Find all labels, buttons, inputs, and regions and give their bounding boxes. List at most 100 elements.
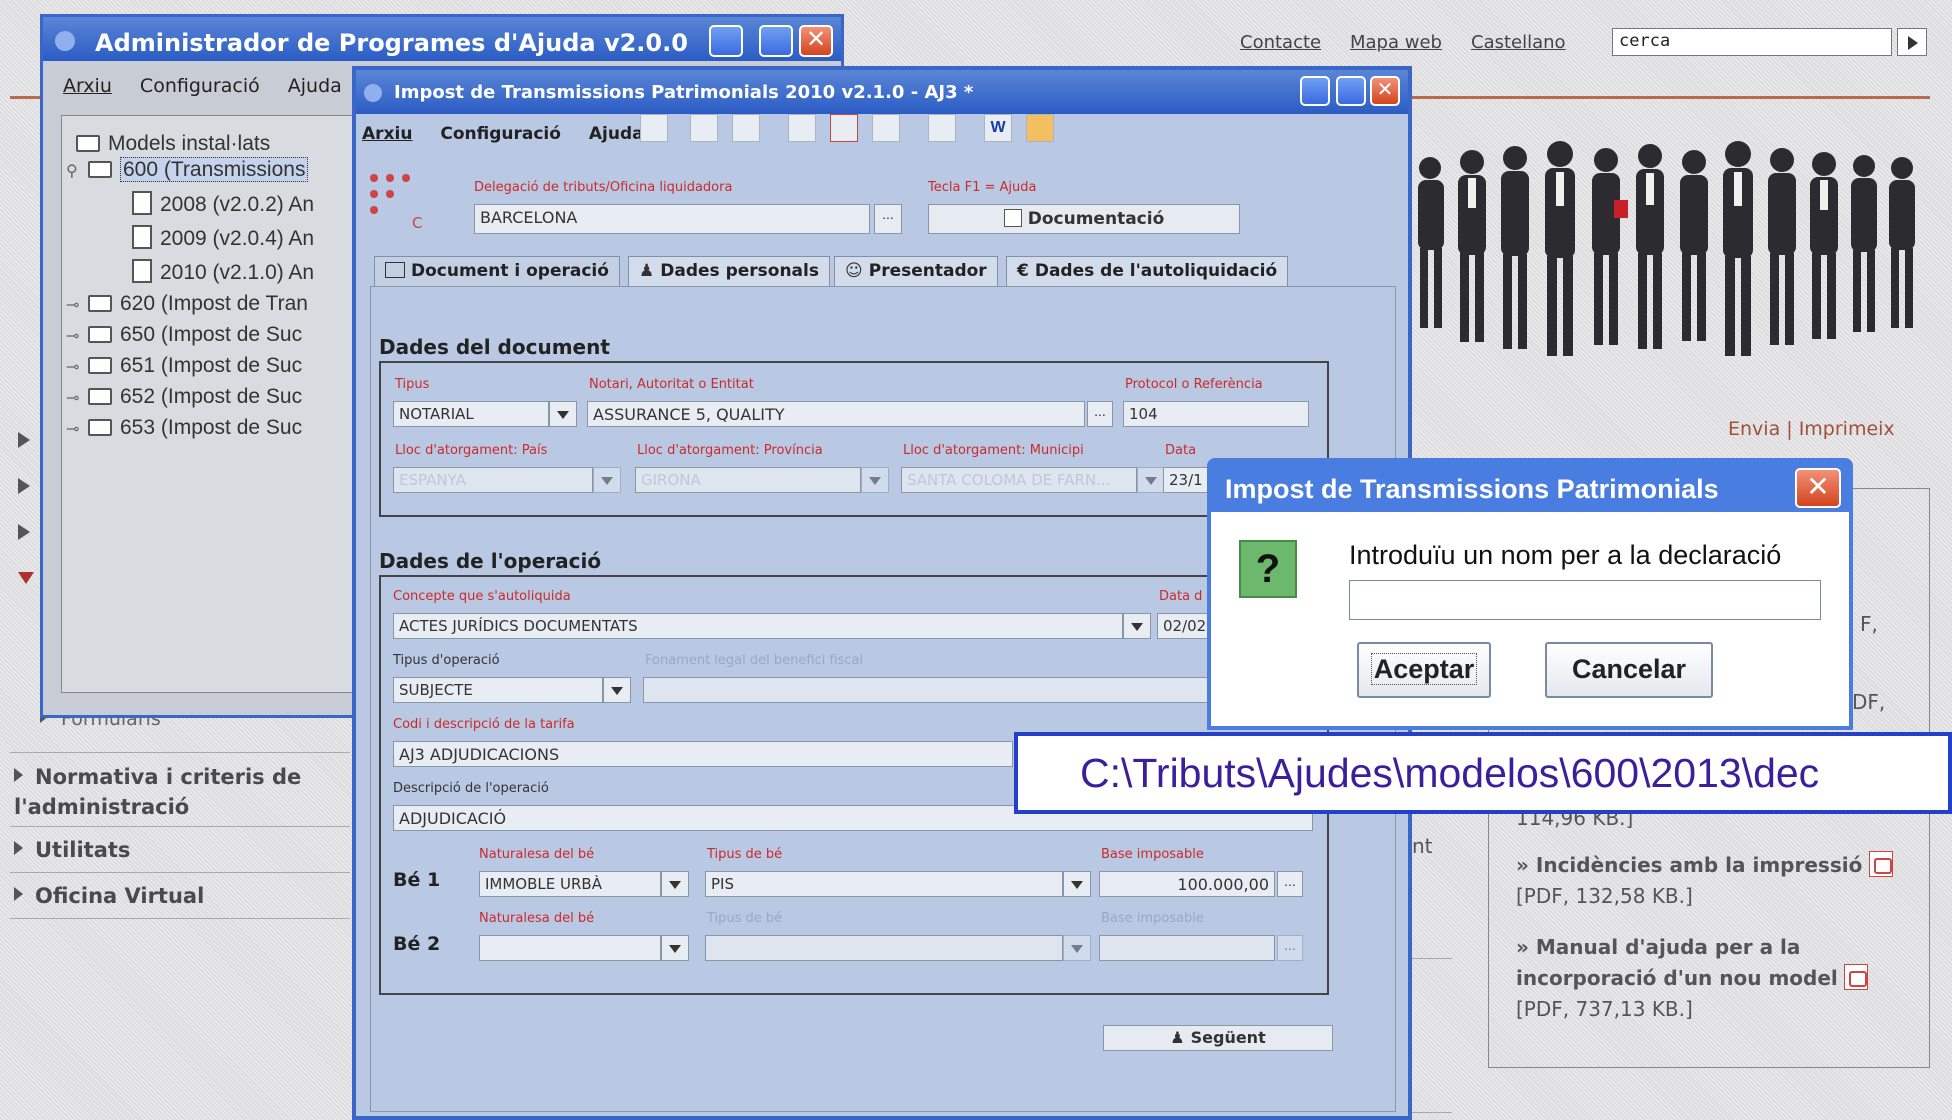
open-folder-icon[interactable] (732, 114, 760, 142)
pdf-icon[interactable] (830, 114, 858, 142)
naturalesa-select-2[interactable] (479, 935, 661, 961)
menu-configuracio[interactable]: Configuració (140, 75, 260, 97)
chevron-down-icon[interactable] (1063, 871, 1091, 897)
chevron-down-icon[interactable] (593, 467, 621, 493)
expand-icon[interactable]: ⊸ (66, 326, 88, 346)
naturalesa-select-1[interactable]: IMMOBLE URBÀ (479, 871, 661, 897)
chevron-down-icon[interactable] (549, 401, 577, 427)
minimize-icon[interactable] (709, 25, 743, 57)
protocol-field[interactable]: 104 (1123, 401, 1309, 427)
web-icon[interactable]: W (984, 114, 1012, 142)
maximize-icon[interactable] (759, 25, 793, 57)
fonament-select[interactable] (643, 677, 1243, 703)
documentacio-button[interactable]: Documentació (928, 204, 1240, 234)
tipus-be-select-2[interactable] (705, 935, 1063, 961)
menu-ajuda[interactable]: Ajuda (288, 75, 342, 97)
maximize-icon[interactable] (1336, 76, 1366, 106)
tree-node-651[interactable]: ⊸ 651 (Impost de Suc (66, 354, 302, 378)
provincia-select[interactable]: GIRONA (635, 467, 861, 493)
close-icon[interactable]: ✕ (799, 25, 833, 57)
tab-document-operacio[interactable]: Document i operació (374, 256, 620, 286)
menu-divider (10, 752, 350, 753)
pais-select[interactable]: ESPANYA (393, 467, 593, 493)
castellano-link[interactable]: Castellano (1471, 32, 1566, 53)
chevron-down-icon[interactable] (1123, 613, 1151, 639)
next-button[interactable]: ♟ Següent (1103, 1025, 1333, 1051)
tab-dades-autoliquidacio[interactable]: € Dades de l'autoliquidació (1006, 256, 1289, 286)
tipus-select[interactable]: NOTARIAL (393, 401, 549, 427)
download-link-incidencies[interactable]: » Incidències amb la impressió [PDF, 132… (1516, 850, 1916, 912)
collapsed-arrow-icon[interactable] (18, 478, 30, 494)
close-icon[interactable]: ✕ (1370, 76, 1400, 106)
tree-leaf-2009[interactable]: 2009 (v2.0.4) An (132, 225, 314, 251)
collapsed-arrow-icon[interactable] (18, 524, 30, 540)
expand-icon[interactable]: ⚲ (66, 161, 88, 181)
chevron-down-icon[interactable] (1063, 935, 1091, 961)
expand-icon[interactable]: ⊸ (66, 419, 88, 439)
municipi-select[interactable]: SANTA COLOMA DE FARN... (901, 467, 1137, 493)
minimize-icon[interactable] (1300, 76, 1330, 106)
chevron-down-icon[interactable] (861, 467, 889, 493)
tree-node-620[interactable]: ⊸ 620 (Impost de Tran (66, 292, 308, 316)
base-browse-button[interactable]: ... (1277, 935, 1303, 961)
tree-leaf-2010[interactable]: 2010 (v2.1.0) An (132, 259, 314, 285)
menu-utilitats[interactable]: Utilitats (14, 838, 130, 862)
expand-icon[interactable]: ⊸ (66, 388, 88, 408)
notari-field[interactable]: ASSURANCE 5, QUALITY (587, 401, 1085, 427)
base-label: Base imposable (1101, 911, 1204, 926)
new-file-icon[interactable] (640, 114, 668, 142)
tree-node-650[interactable]: ⊸ 650 (Impost de Suc (66, 323, 302, 347)
delegacio-browse-button[interactable]: ... (874, 204, 902, 234)
menu-normativa[interactable]: Normativa i criteris de l'administració (14, 762, 344, 822)
itp-titlebar[interactable]: Impost de Transmissions Patrimonials 201… (356, 70, 1408, 114)
expand-icon[interactable]: ⊸ (66, 357, 88, 377)
cancel-button[interactable]: Cancelar (1545, 642, 1713, 698)
codi-field[interactable]: AJ3 ADJUDICACIONS (393, 741, 1013, 767)
collapsed-arrow-icon[interactable] (18, 432, 30, 448)
tree-root[interactable]: Models instal·lats (76, 132, 270, 156)
menu-arxiu[interactable]: Arxiu (362, 124, 412, 144)
link-title[interactable]: Manual d'ajuda per a la incorporació d'u… (1516, 935, 1838, 990)
search-go-button[interactable] (1897, 28, 1927, 56)
search-input[interactable]: cerca (1612, 28, 1892, 56)
menu-ajuda[interactable]: Ajuda (589, 124, 644, 144)
base-browse-button[interactable]: ... (1277, 871, 1303, 897)
link-title[interactable]: Incidències amb la impressió (1536, 853, 1862, 877)
expand-icon[interactable]: ⊸ (66, 295, 88, 315)
base-field-1[interactable]: 100.000,00 (1099, 871, 1275, 897)
concepte-select[interactable]: ACTES JURÍDICS DOCUMENTATS (393, 613, 1123, 639)
delegacio-field[interactable]: BARCELONA (474, 204, 870, 234)
close-icon[interactable]: ✕ (1795, 468, 1841, 508)
tab-presentador[interactable]: ☺ Presentador (834, 256, 998, 286)
chevron-down-icon[interactable] (661, 871, 689, 897)
tree-node-600[interactable]: ⚲ 600 (Transmissions (66, 157, 309, 182)
tab-label: Dades de l'autoliquidació (1034, 261, 1278, 281)
tree-leaf-2008[interactable]: 2008 (v2.0.2) An (132, 191, 314, 217)
form-icon[interactable] (788, 114, 816, 142)
menu-oficina-virtual[interactable]: Oficina Virtual (14, 884, 204, 908)
menu-configuracio[interactable]: Configuració (440, 124, 561, 144)
tipus-be-select-1[interactable]: PIS (705, 871, 1063, 897)
download-link-manual[interactable]: » Manual d'ajuda per a la incorporació d… (1516, 932, 1916, 1025)
note-icon[interactable] (1026, 114, 1054, 142)
declaration-name-input[interactable] (1349, 580, 1821, 620)
menu-arxiu[interactable]: Arxiu (63, 75, 112, 97)
tree-node-653[interactable]: ⊸ 653 (Impost de Suc (66, 416, 302, 440)
tree-node-652[interactable]: ⊸ 652 (Impost de Suc (66, 385, 302, 409)
base-field-2[interactable] (1099, 935, 1275, 961)
tipus-operacio-select[interactable]: SUBJECTE (393, 677, 603, 703)
save-icon[interactable] (690, 114, 718, 142)
user-icon[interactable] (928, 114, 956, 142)
chevron-down-icon[interactable] (1137, 467, 1165, 493)
contact-link[interactable]: Contacte (1240, 32, 1321, 53)
expanded-arrow-icon[interactable] (18, 572, 34, 584)
notari-browse-button[interactable]: ... (1087, 401, 1113, 427)
chevron-down-icon[interactable] (661, 935, 689, 961)
chevron-down-icon[interactable] (603, 677, 631, 703)
sitemap-link[interactable]: Mapa web (1350, 32, 1442, 53)
text-fragment: F, (1860, 612, 1878, 636)
ok-button[interactable]: Aceptar (1357, 642, 1491, 698)
tab-dades-personals[interactable]: ♟ Dades personals (628, 256, 830, 286)
print-icon[interactable] (872, 114, 900, 142)
share-links[interactable]: Envia | Imprimeix (1728, 418, 1895, 440)
